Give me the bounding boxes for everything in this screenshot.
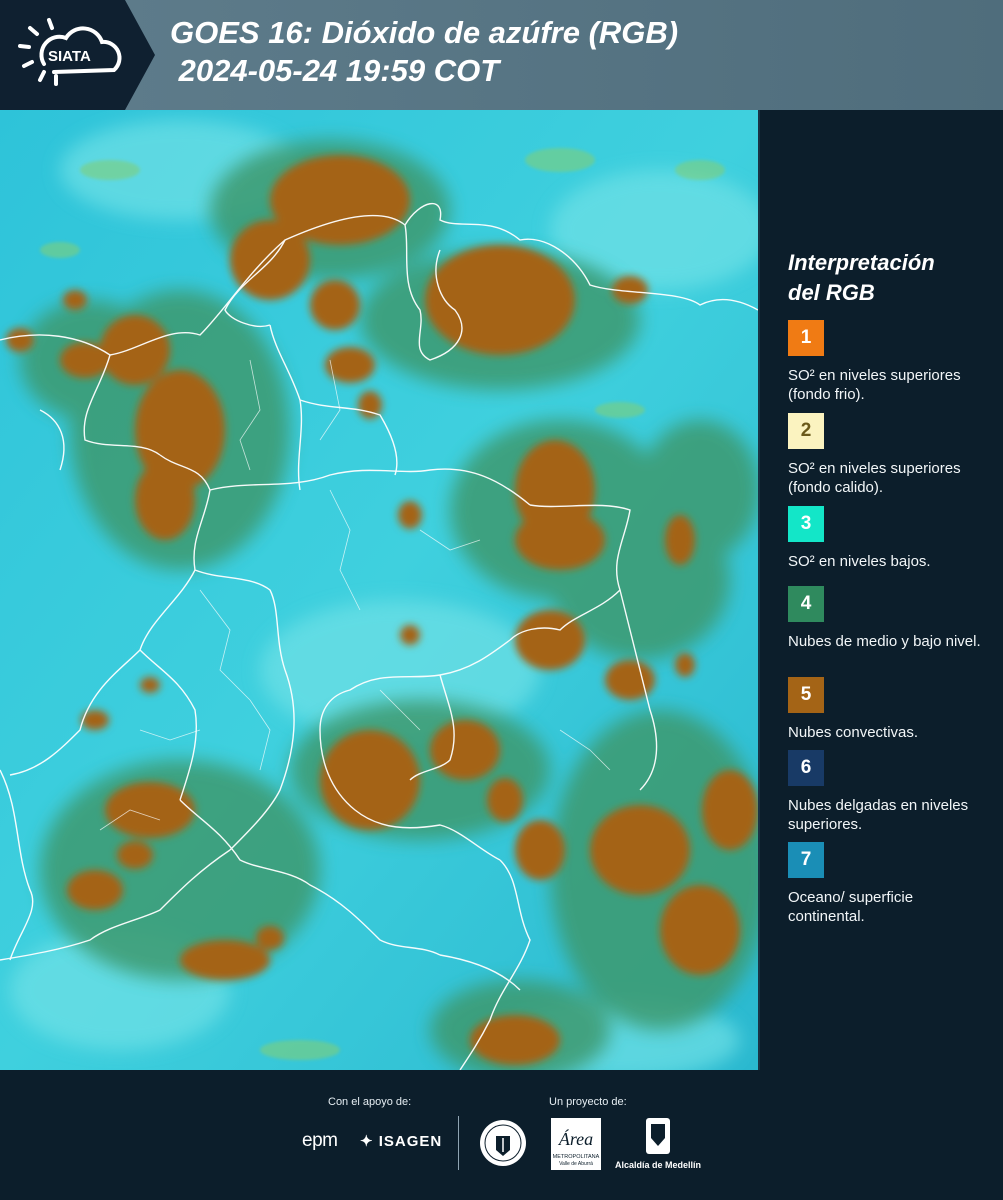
support-label: Con el apoyo de: xyxy=(328,1096,412,1108)
siata-logo: SIATA xyxy=(18,18,122,86)
epm-logo: epm xyxy=(302,1130,338,1151)
legend-title-line-2: del RGB xyxy=(788,280,875,305)
legend-text: Oceano/ superficie continental. xyxy=(788,889,914,925)
footer: Con el apoyo de: Un proyecto de: epm ✦ I… xyxy=(0,1070,1003,1200)
isagen-label: ISAGEN xyxy=(378,1133,443,1150)
svg-text:SIATA: SIATA xyxy=(48,48,91,65)
satellite-map xyxy=(0,110,760,1070)
legend-item-2: 2 SO² en niveles superiores (fondo calido… xyxy=(788,413,993,497)
legend-item-7: 7 Oceano/ superficie continental. xyxy=(788,842,993,926)
svg-text:METROPOLITANA: METROPOLITANA xyxy=(553,1154,600,1160)
title-line-2: 2024-05-24 19:59 COT xyxy=(170,53,500,88)
university-seal-icon xyxy=(480,1120,526,1166)
legend-swatch: 4 xyxy=(788,586,824,622)
satellite-image xyxy=(0,110,758,1070)
legend-swatch: 2 xyxy=(788,413,824,449)
legend: Interpretación del RGB xyxy=(788,248,993,322)
legend-title: Interpretación del RGB xyxy=(788,248,993,308)
legend-item-4: 4 Nubes de medio y bajo nivel. xyxy=(788,586,993,651)
legend-text: Nubes delgadas en niveles superiores. xyxy=(788,797,969,833)
footer-divider xyxy=(458,1116,459,1170)
legend-text: SO² en niveles bajos. xyxy=(788,553,931,570)
legend-item-5: 5 Nubes convectivas. xyxy=(788,677,993,742)
svg-text:Valle de Aburrá: Valle de Aburrá xyxy=(559,1161,593,1167)
legend-item-3: 3 SO² en niveles bajos. xyxy=(788,506,993,571)
alcaldia-logo: Alcaldía de Medellín xyxy=(612,1118,704,1174)
legend-swatch: 7 xyxy=(788,842,824,878)
legend-text: SO² en niveles superiores (fondo calido)… xyxy=(788,460,961,496)
title-line-1: GOES 16: Dióxido de azúfre (RGB) xyxy=(170,15,679,50)
page-title: GOES 16: Dióxido de azúfre (RGB) 2024-05… xyxy=(170,14,678,90)
alcaldia-shield-icon xyxy=(646,1118,670,1154)
isagen-logo: ✦ ISAGEN xyxy=(360,1132,442,1150)
legend-text: Nubes convectivas. xyxy=(788,724,919,741)
alcaldia-label: Alcaldía de Medellín xyxy=(614,1160,702,1170)
legend-text: Nubes de medio y bajo nivel. xyxy=(788,633,981,650)
legend-title-line-1: Interpretación xyxy=(788,250,935,275)
area-metropolitana-logo: Área METROPOLITANA Valle de Aburrá xyxy=(551,1118,601,1170)
legend-swatch: 1 xyxy=(788,320,824,356)
legend-text: SO² en niveles superiores (fondo frio). xyxy=(788,367,961,403)
legend-swatch: 3 xyxy=(788,506,824,542)
project-label: Un proyecto de: xyxy=(549,1096,627,1108)
isagen-icon: ✦ xyxy=(360,1133,374,1150)
legend-item-1: 1 SO² en niveles superiores (fondo frio). xyxy=(788,320,993,404)
header: SIATA GOES 16: Dióxido de azúfre (RGB) 2… xyxy=(0,0,1003,110)
svg-text:Área: Área xyxy=(558,1128,593,1149)
legend-item-6: 6 Nubes delgadas en niveles superiores. xyxy=(788,750,993,834)
legend-swatch: 5 xyxy=(788,677,824,713)
legend-swatch: 6 xyxy=(788,750,824,786)
